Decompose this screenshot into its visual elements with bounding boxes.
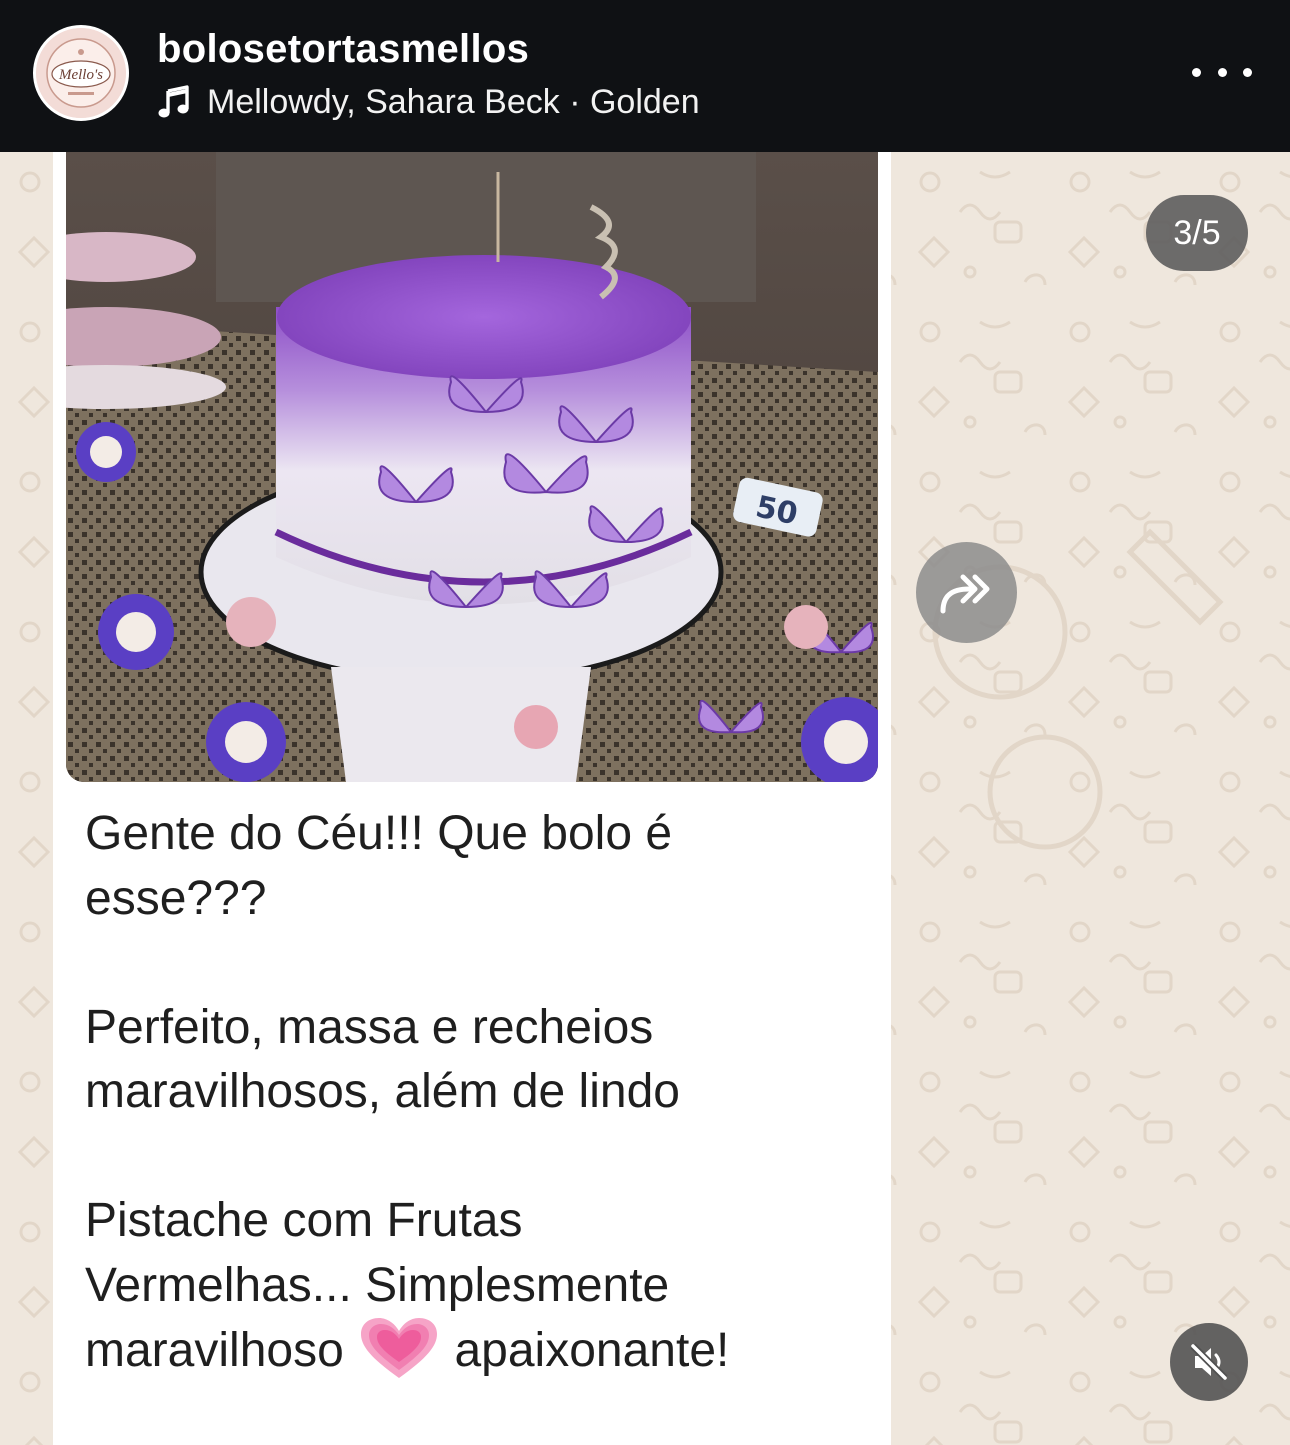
message-line: esse??? <box>85 871 267 925</box>
cake-photo: 50 <box>66 152 878 782</box>
more-horizontal-icon <box>1192 67 1201 77</box>
chat-message-bubble: 50 Gente do Céu!!! Que bolo é esse??? Pe… <box>53 152 891 1445</box>
story-slide-counter: 3/5 <box>1146 195 1248 271</box>
profile-avatar[interactable]: Mello's <box>33 25 129 121</box>
forward-button[interactable] <box>916 542 1017 643</box>
mute-toggle-button[interactable] <box>1170 1323 1248 1401</box>
more-options-button[interactable] <box>1192 52 1252 92</box>
story-content[interactable]: 50 Gente do Céu!!! Que bolo é esse??? Pe… <box>0 152 1290 1445</box>
message-word: apaixonante! <box>454 1324 730 1377</box>
message-word: maravilhoso <box>85 1324 344 1377</box>
music-note-icon <box>158 85 189 118</box>
message-line: maravilhosos, além de lindo <box>85 1065 680 1118</box>
message-line: maravilhoso apaixonante! <box>85 1318 875 1384</box>
cake-image: 50 <box>66 152 878 782</box>
username[interactable]: bolosetortasmellos <box>157 27 529 72</box>
message-line: Perfeito, massa e recheios <box>85 1000 654 1054</box>
story-header: Mello's bolosetortasmellos Mellowdy, Sah… <box>0 0 1290 152</box>
message-line: Vermelhas... Simplesmente <box>85 1258 670 1312</box>
message-text: Gente do Céu!!! Que bolo é esse??? Perfe… <box>85 802 875 1384</box>
forward-arrow-icon <box>940 574 989 613</box>
svg-text:Mello's: Mello's <box>58 67 103 83</box>
growing-heart-emoji <box>361 1318 438 1378</box>
message-line: Gente do Céu!!! Que bolo é <box>85 807 673 860</box>
speaker-muted-icon <box>1190 1343 1228 1381</box>
music-info[interactable]: Mellowdy, Sahara Beck · Golden <box>157 82 700 122</box>
message-line: Pistache com Frutas <box>85 1194 523 1247</box>
bakery-logo-icon: Mello's <box>36 28 126 118</box>
music-track: Mellowdy, Sahara Beck · Golden <box>207 82 700 121</box>
